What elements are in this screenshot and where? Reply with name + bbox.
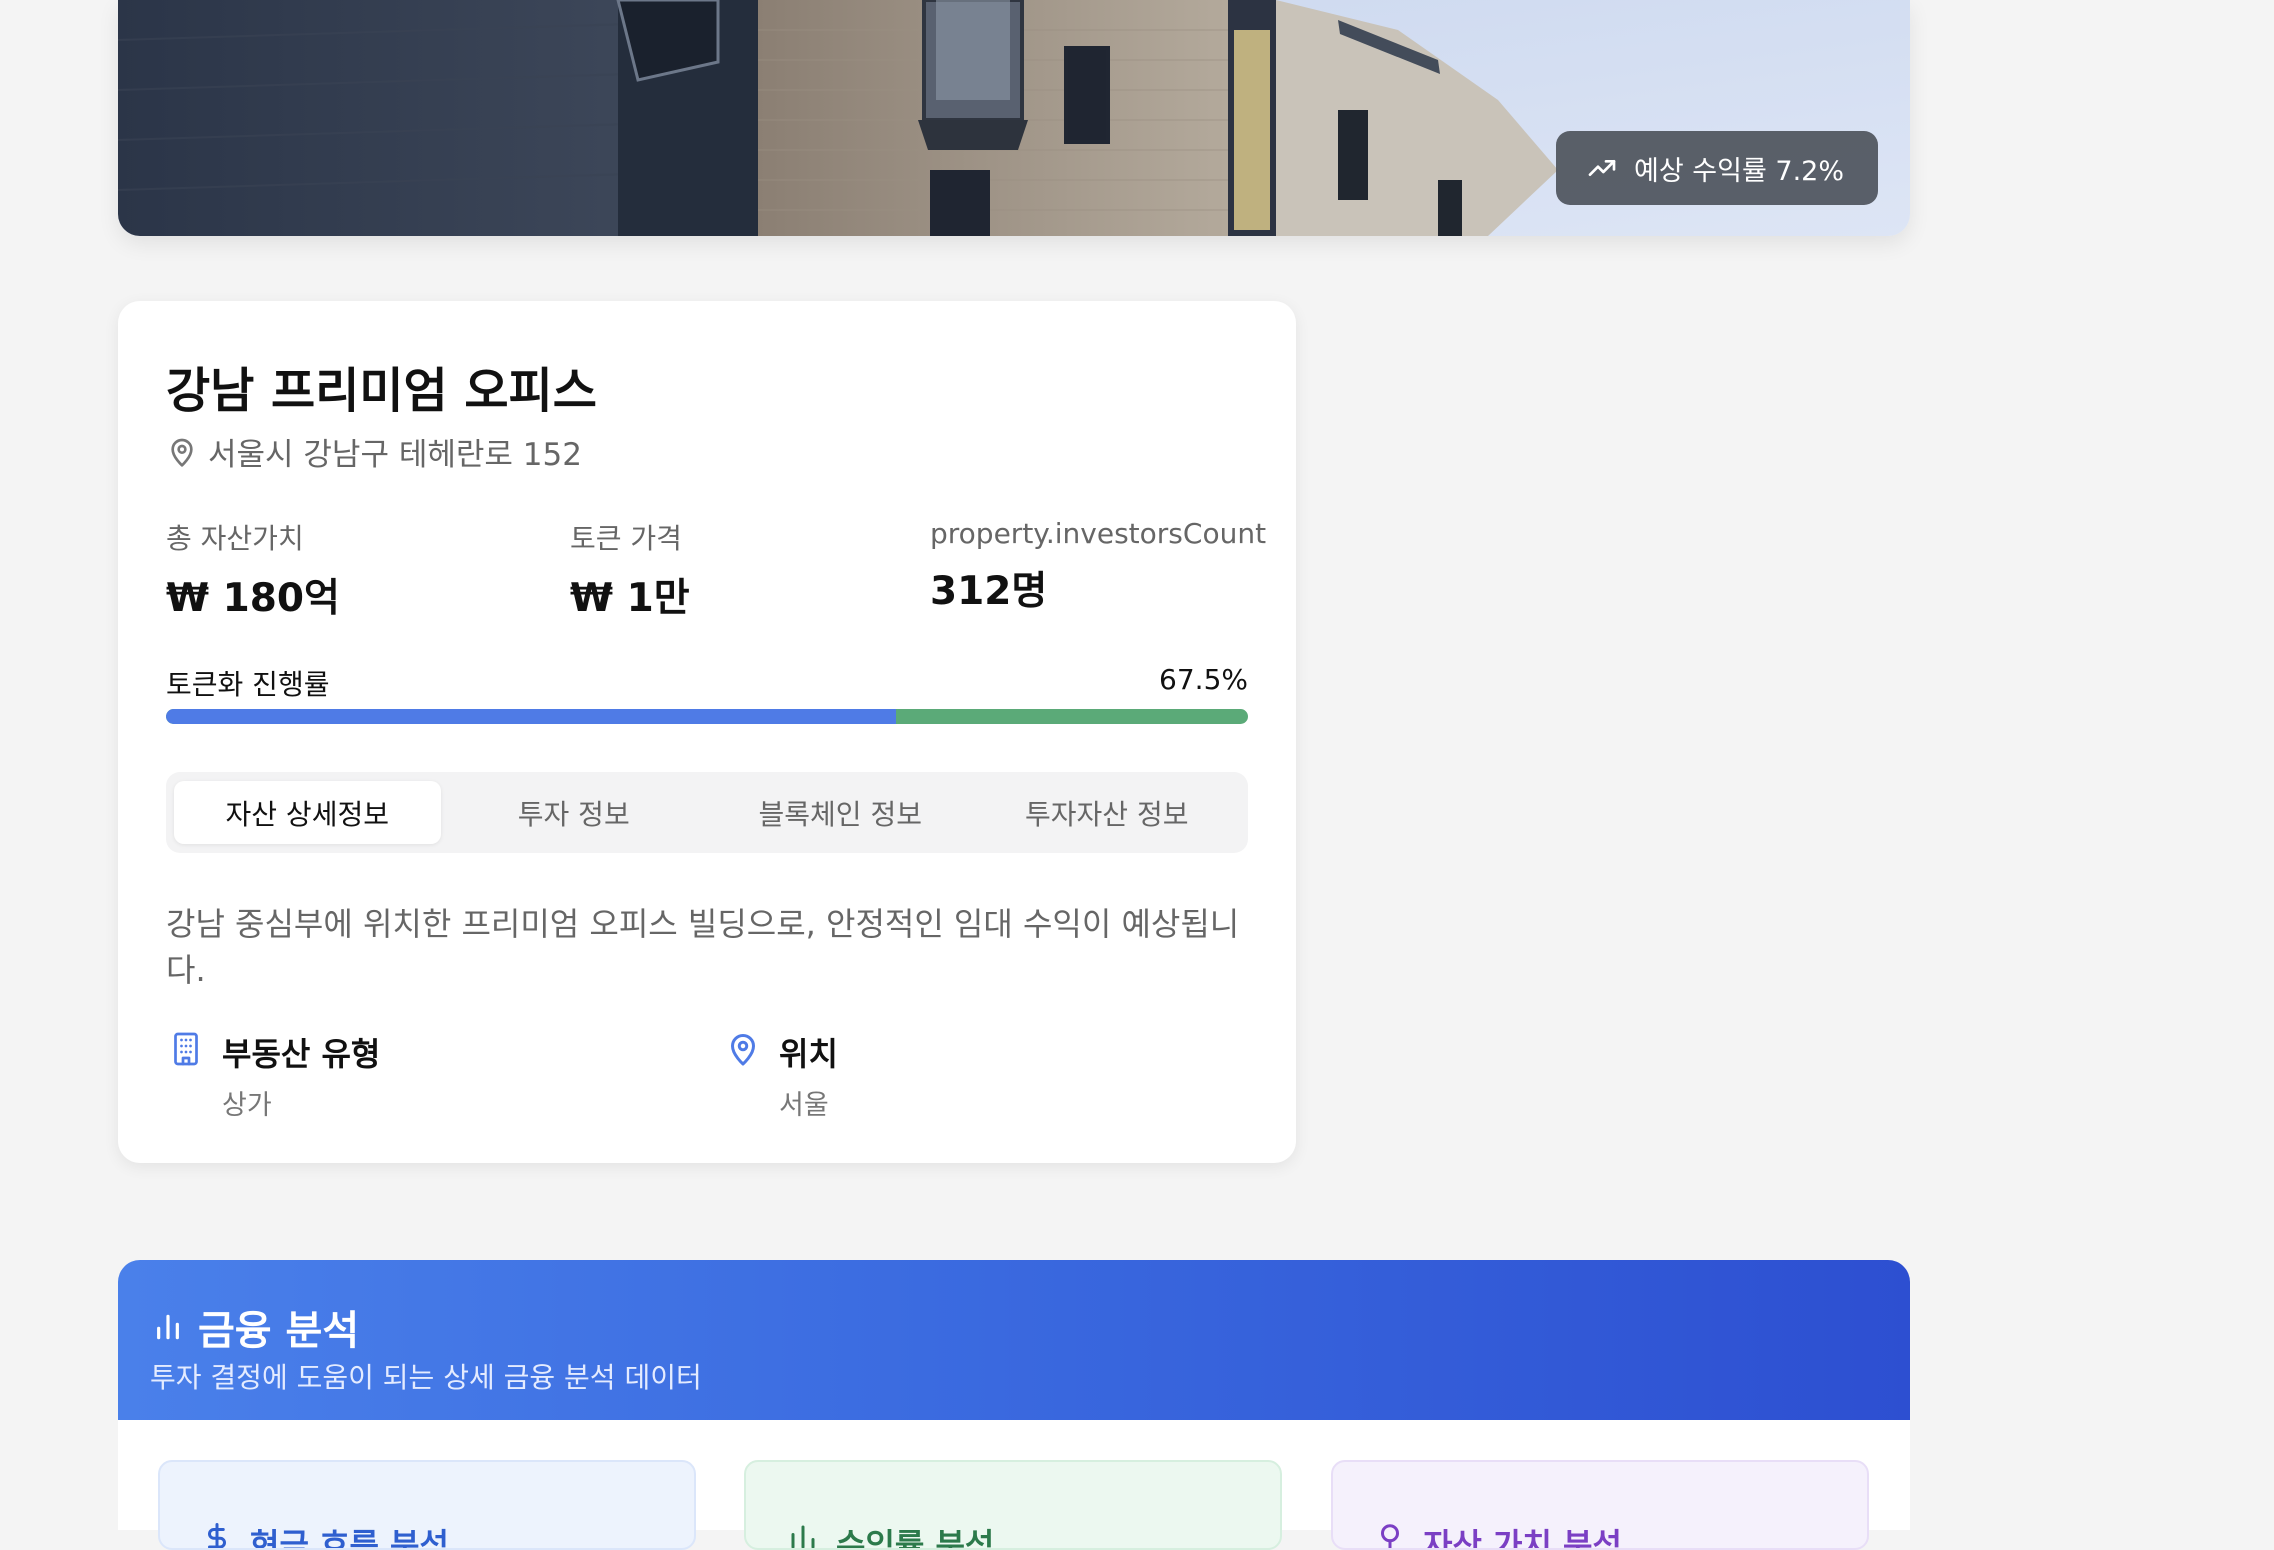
stat-total-asset-value: 총 자산가치 ₩ 180억	[166, 517, 340, 623]
info-location: 위치 서울	[725, 1029, 838, 1122]
property-address-text: 서울시 강남구 테헤란로 152	[208, 437, 582, 473]
cash-flow-icon	[208, 1523, 226, 1548]
bar-chart-icon	[157, 1314, 179, 1340]
property-title: 강남 프리미엄 오피스	[166, 363, 597, 419]
tab-investment-asset-info[interactable]: 투자자산 정보	[974, 781, 1241, 844]
trending-up-icon	[1588, 160, 1616, 176]
stat-value: 312명	[930, 569, 1048, 614]
stat-value: ₩ 1만	[570, 576, 690, 621]
map-pin-icon	[731, 1034, 755, 1066]
building-icon	[174, 1032, 198, 1066]
stat-token-price: 토큰 가격 ₩ 1만	[570, 517, 690, 623]
value-icon	[1381, 1524, 1399, 1548]
stat-label: 총 자산가치	[166, 522, 304, 555]
stat-label: 토큰 가격	[570, 522, 682, 555]
property-tabs: 자산 상세정보 투자 정보 블록체인 정보 투자자산 정보	[166, 772, 1248, 853]
tokenization-progress-label: 토큰화 진행률	[166, 668, 330, 701]
info-value: 서울	[779, 1090, 829, 1121]
financial-analysis-body: 현금 흐름 분석 수익률 분석 자산 가치 분석	[118, 1420, 1910, 1550]
property-info-card: 강남 프리미엄 오피스 서울시 강남구 테헤란로 152 총 자산가치 ₩ 18…	[118, 301, 1296, 1163]
asset-value-analysis-label: 자산 가치 분석	[1423, 1526, 1622, 1550]
info-title: 위치	[779, 1035, 838, 1073]
stat-label: property.investorsCount	[930, 517, 1267, 550]
tab-blockchain-info[interactable]: 블록체인 정보	[707, 781, 974, 844]
financial-analysis-title-text: 금융 분석	[198, 1308, 360, 1354]
info-title: 부동산 유형	[222, 1035, 381, 1073]
cash-flow-analysis-label: 현금 흐름 분석	[250, 1526, 449, 1550]
info-value: 상가	[222, 1090, 272, 1121]
chart-icon	[791, 1525, 815, 1548]
expected-yield-badge: 예상 수익률 7.2%	[1556, 131, 1878, 205]
map-pin-icon	[171, 438, 193, 467]
tokenization-progress-value: 67.5%	[1159, 663, 1248, 696]
financial-analysis-header: 금융 분석 투자 결정에 도움이 되는 상세 금융 분석 데이터	[118, 1260, 1910, 1420]
tokenization-progress-bar	[166, 709, 1248, 724]
stat-investors-count: property.investorsCount 312명	[930, 517, 1266, 616]
tab-asset-details[interactable]: 자산 상세정보	[174, 781, 441, 844]
stat-value: ₩ 180억	[166, 576, 340, 621]
asset-value-analysis-card[interactable]: 자산 가치 분석	[1331, 1460, 1869, 1550]
tab-investment-info[interactable]: 투자 정보	[441, 781, 708, 844]
property-description: 강남 중심부에 위치한 프리미엄 오피스 빌딩으로, 안정적인 임대 수익이 예…	[166, 905, 1240, 989]
yield-analysis-card[interactable]: 수익률 분석	[744, 1460, 1282, 1550]
financial-analysis-subtitle: 투자 결정에 도움이 되는 상세 금융 분석 데이터	[150, 1361, 702, 1394]
expected-yield-text: 예상 수익률 7.2%	[1634, 155, 1844, 187]
financial-analysis-title: 금융 분석	[152, 1298, 359, 1356]
yield-analysis-label: 수익률 분석	[836, 1526, 995, 1550]
property-address: 서울시 강남구 테헤란로 152	[166, 429, 582, 474]
tokenization-progress-fill	[166, 709, 897, 724]
info-property-type: 부동산 유형 상가	[168, 1029, 380, 1122]
cash-flow-analysis-card[interactable]: 현금 흐름 분석	[158, 1460, 696, 1550]
property-hero-image: 예상 수익률 7.2%	[118, 0, 1910, 236]
